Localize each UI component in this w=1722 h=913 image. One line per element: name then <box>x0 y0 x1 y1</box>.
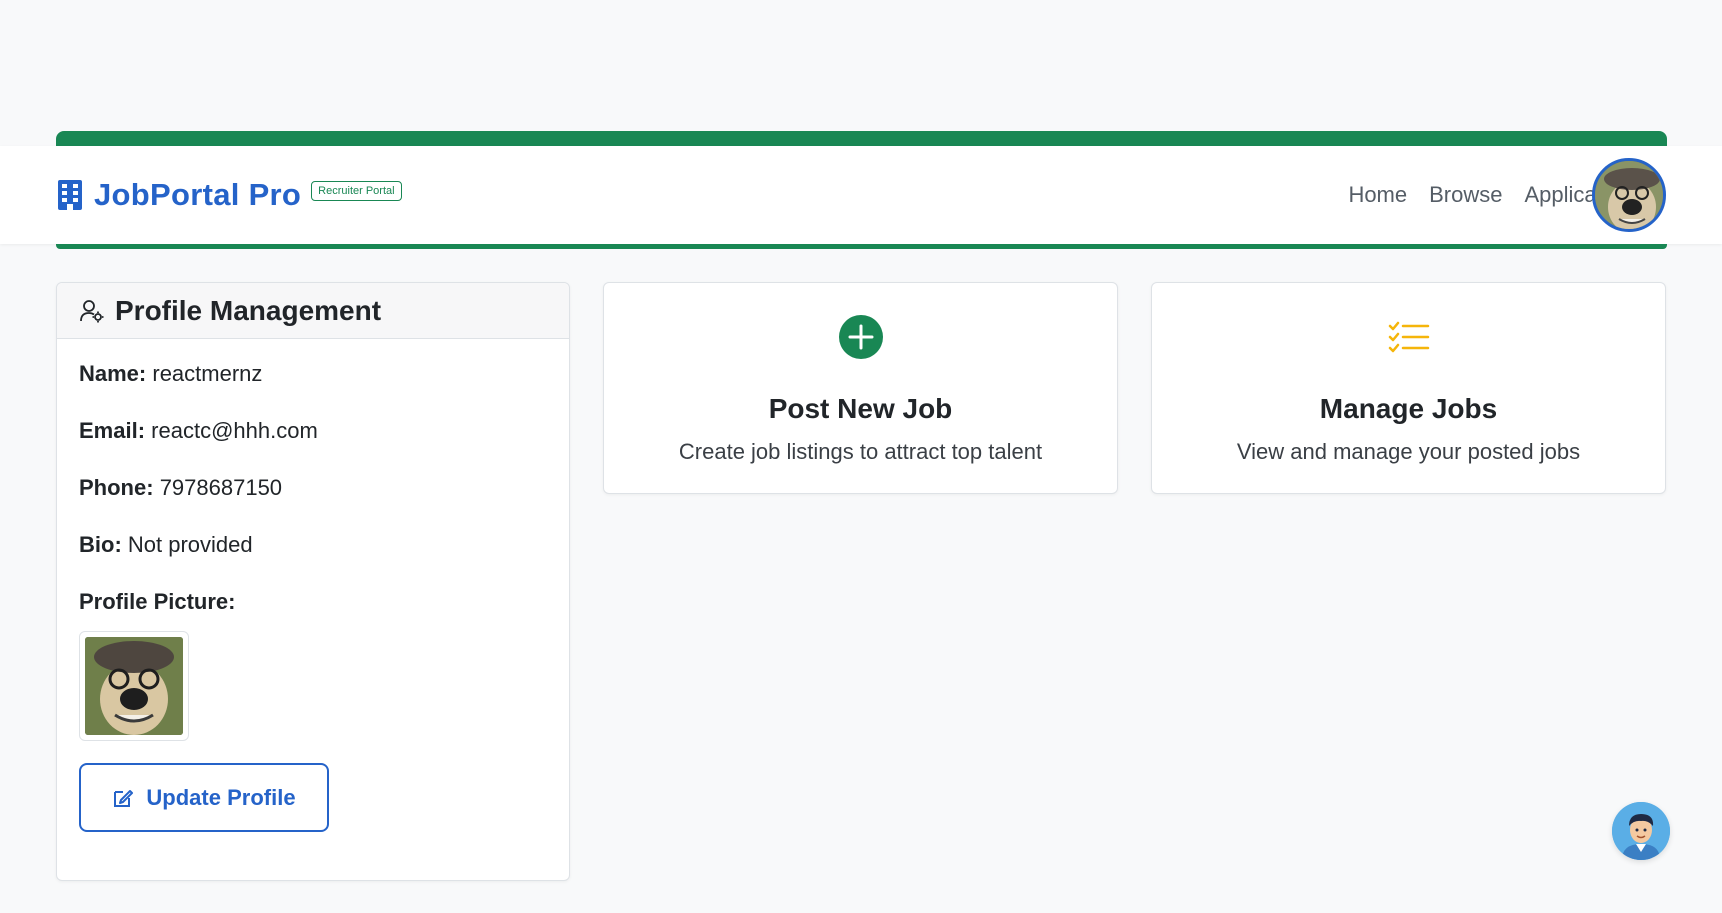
profile-title: Profile Management <box>115 294 382 326</box>
profile-picture-label: Profile Picture: <box>79 589 236 614</box>
name-label: Name: <box>79 361 147 386</box>
bio-label: Bio: <box>79 532 122 557</box>
nav-links: Home Browse Applicants <box>1348 146 1626 244</box>
post-new-job-description: Create job listings to attract top talen… <box>678 439 1043 464</box>
profile-card-header: Profile Management <box>57 283 569 339</box>
assistant-chat-button[interactable] <box>1612 802 1670 860</box>
edit-icon <box>114 789 134 807</box>
recruiter-badge: Recruiter Portal <box>311 181 402 201</box>
post-new-job-title: Post New Job <box>768 393 953 424</box>
update-profile-button[interactable]: Update Profile <box>79 763 329 832</box>
avatar-image <box>1595 161 1663 229</box>
update-profile-label: Update Profile <box>146 784 296 810</box>
navbar-bottom-accent <box>56 244 1667 249</box>
profile-details: Name: reactmernz Email: reactc@hhh.com P… <box>57 339 569 854</box>
navbar: JobPortal Pro Recruiter Portal Home Brow… <box>0 146 1722 244</box>
assistant-avatar-icon <box>1612 802 1670 860</box>
user-avatar[interactable] <box>1592 158 1666 232</box>
phone-value: 7978687150 <box>159 475 283 500</box>
top-accent-bar <box>56 131 1667 147</box>
brand[interactable]: JobPortal Pro Recruiter Portal <box>56 146 402 244</box>
email-label: Email: <box>79 418 146 443</box>
nav-link-browse[interactable]: Browse <box>1429 182 1502 208</box>
bio-value: Not provided <box>127 532 253 557</box>
profile-picture <box>85 637 183 735</box>
email-value: reactc@hhh.com <box>151 418 318 443</box>
profile-card: Profile Management Name: reactmernz Emai… <box>56 282 570 881</box>
plus-circle-icon <box>838 315 883 359</box>
user-gear-icon <box>80 299 104 322</box>
checklist-icon <box>1388 321 1429 353</box>
building-icon <box>58 180 82 210</box>
manage-jobs-card[interactable]: Manage Jobs View and manage your posted … <box>1151 282 1666 494</box>
brand-name: JobPortal Pro <box>94 177 302 212</box>
nav-link-home[interactable]: Home <box>1348 182 1407 208</box>
profile-picture-thumbnail <box>79 631 189 741</box>
manage-jobs-description: View and manage your posted jobs <box>1236 439 1581 464</box>
manage-jobs-title: Manage Jobs <box>1319 393 1498 424</box>
email-field: Email: reactc@hhh.com <box>79 418 547 444</box>
phone-field: Phone: 7978687150 <box>79 475 547 501</box>
post-new-job-card[interactable]: Post New Job Create job listings to attr… <box>603 282 1118 494</box>
bio-field: Bio: Not provided <box>79 532 547 558</box>
name-field: Name: reactmernz <box>79 361 547 387</box>
phone-label: Phone: <box>79 475 154 500</box>
name-value: reactmernz <box>152 361 263 386</box>
